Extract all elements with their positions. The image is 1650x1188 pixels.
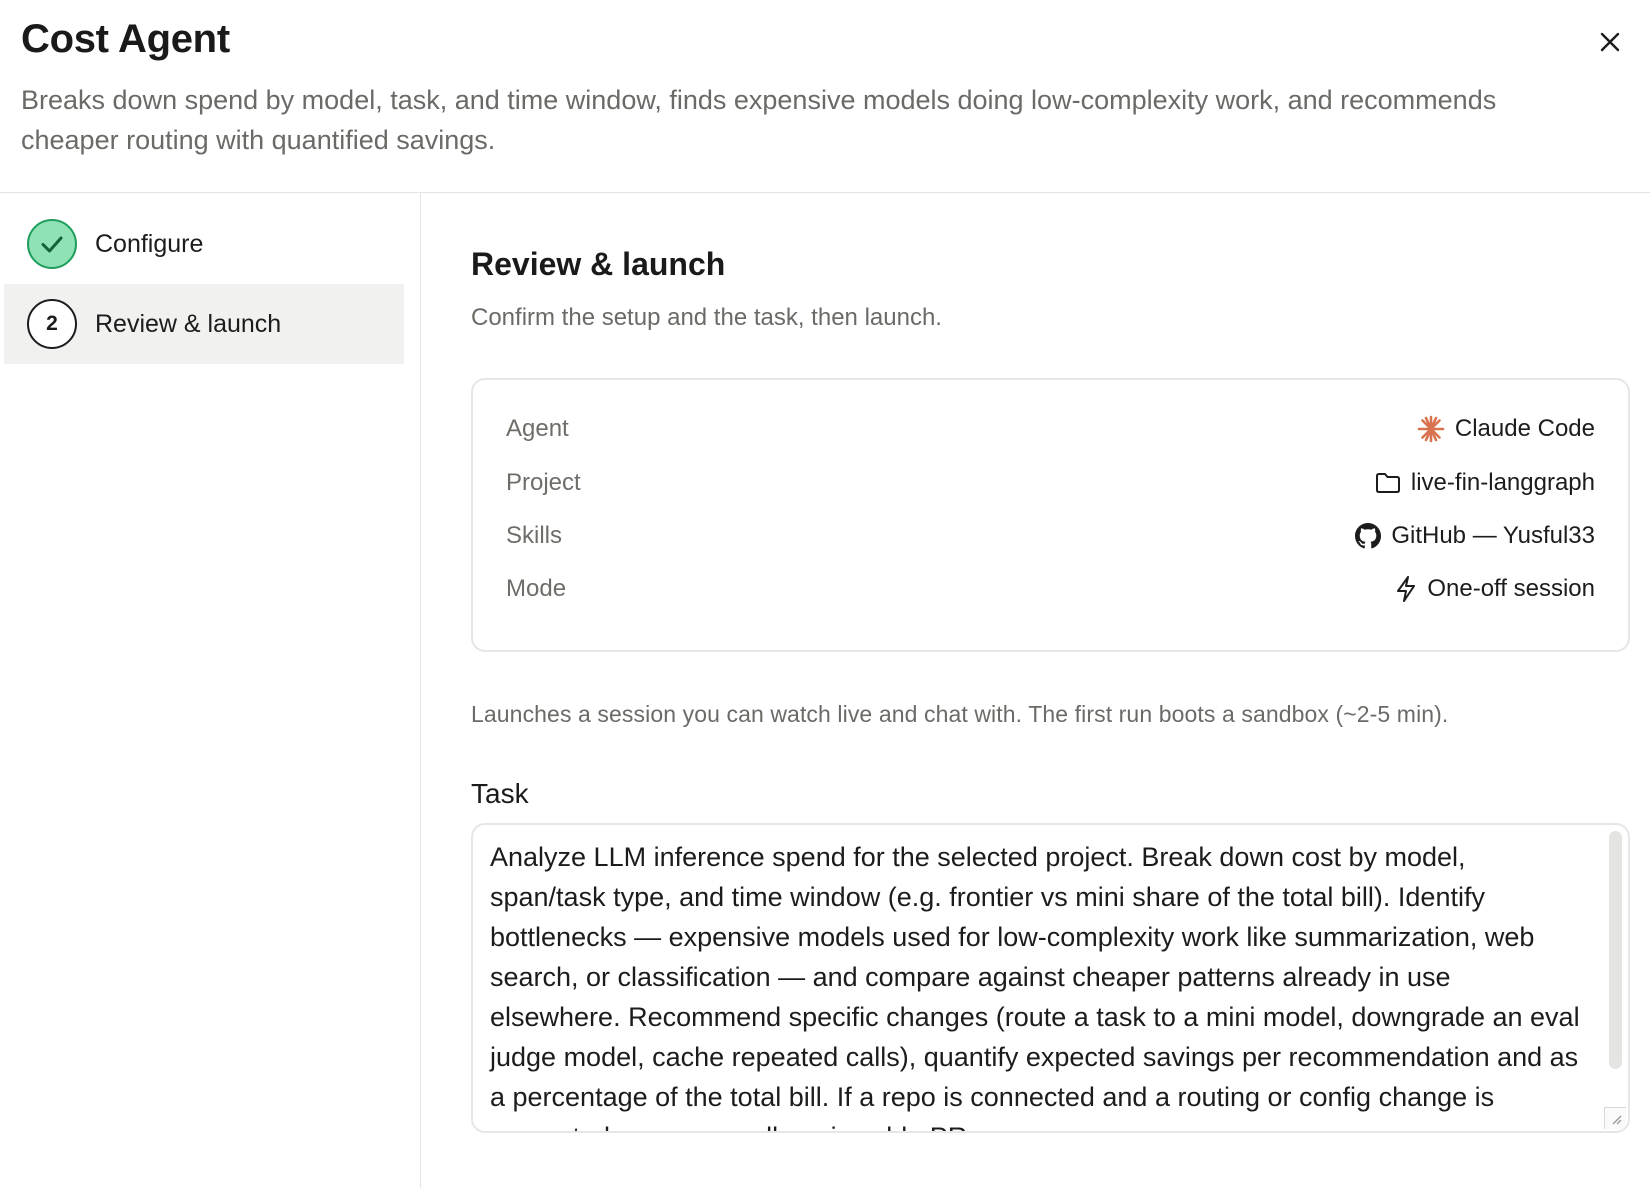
row-label: Agent (506, 415, 569, 442)
close-button[interactable] (1590, 22, 1630, 62)
skills-value: GitHub — Yusful33 (1391, 522, 1595, 549)
folder-icon (1375, 473, 1400, 493)
step-label: Configure (95, 229, 204, 258)
task-text: Analyze LLM inference spend for the sele… (490, 842, 1580, 1131)
step-configure[interactable]: Configure (4, 204, 404, 284)
main-panel: Review & launch Confirm the setup and th… (422, 193, 1650, 1188)
github-icon (1355, 523, 1382, 549)
mode-value: One-off session (1427, 575, 1595, 602)
section-subtitle: Confirm the setup and the task, then lau… (471, 304, 942, 331)
dialog-header: Cost Agent Breaks down spend by model, t… (0, 0, 1650, 193)
dialog-title: Cost Agent (21, 17, 230, 61)
textarea-scrollbar[interactable] (1609, 831, 1622, 1069)
lightning-icon (1397, 576, 1416, 602)
task-label: Task (471, 778, 529, 809)
summary-row-project: Project live-fin-langgraph (506, 463, 1595, 503)
task-textarea[interactable]: Analyze LLM inference spend for the sele… (471, 823, 1630, 1133)
summary-row-agent: Agent Claude Code (506, 409, 1595, 449)
agent-value: Claude Code (1454, 415, 1595, 442)
step-number: 2 (27, 299, 77, 349)
row-value: Claude Code (1417, 415, 1595, 443)
row-label: Mode (506, 575, 567, 602)
row-label: Project (506, 469, 581, 496)
summary-row-mode: Mode One-off session (506, 569, 1595, 609)
launch-info-text: Launches a session you can watch live an… (471, 701, 1449, 727)
summary-card: Agent Claude Code Project live-fin-langg… (471, 378, 1630, 652)
step-label: Review & launch (95, 309, 282, 338)
step-review-launch[interactable]: 2 Review & launch (4, 284, 404, 364)
row-value: One-off session (1395, 575, 1595, 603)
check-circle-icon (27, 219, 77, 269)
summary-row-skills: Skills GitHub — Yusful33 (506, 516, 1595, 556)
claude-sparkle-icon (1417, 415, 1445, 443)
row-value: live-fin-langgraph (1375, 469, 1595, 497)
resize-grip-icon (1612, 1115, 1622, 1125)
section-title: Review & launch (471, 246, 726, 282)
row-value: GitHub — Yusful33 (1355, 522, 1595, 550)
steps-sidebar: Configure 2 Review & launch (0, 193, 421, 1188)
cost-agent-dialog: Cost Agent Breaks down spend by model, t… (0, 0, 1650, 1188)
row-label: Skills (506, 522, 563, 549)
dialog-subtitle: Breaks down spend by model, task, and ti… (21, 85, 1497, 155)
close-icon (1600, 32, 1620, 52)
resize-handle[interactable] (1604, 1107, 1626, 1129)
project-value: live-fin-langgraph (1410, 469, 1595, 496)
